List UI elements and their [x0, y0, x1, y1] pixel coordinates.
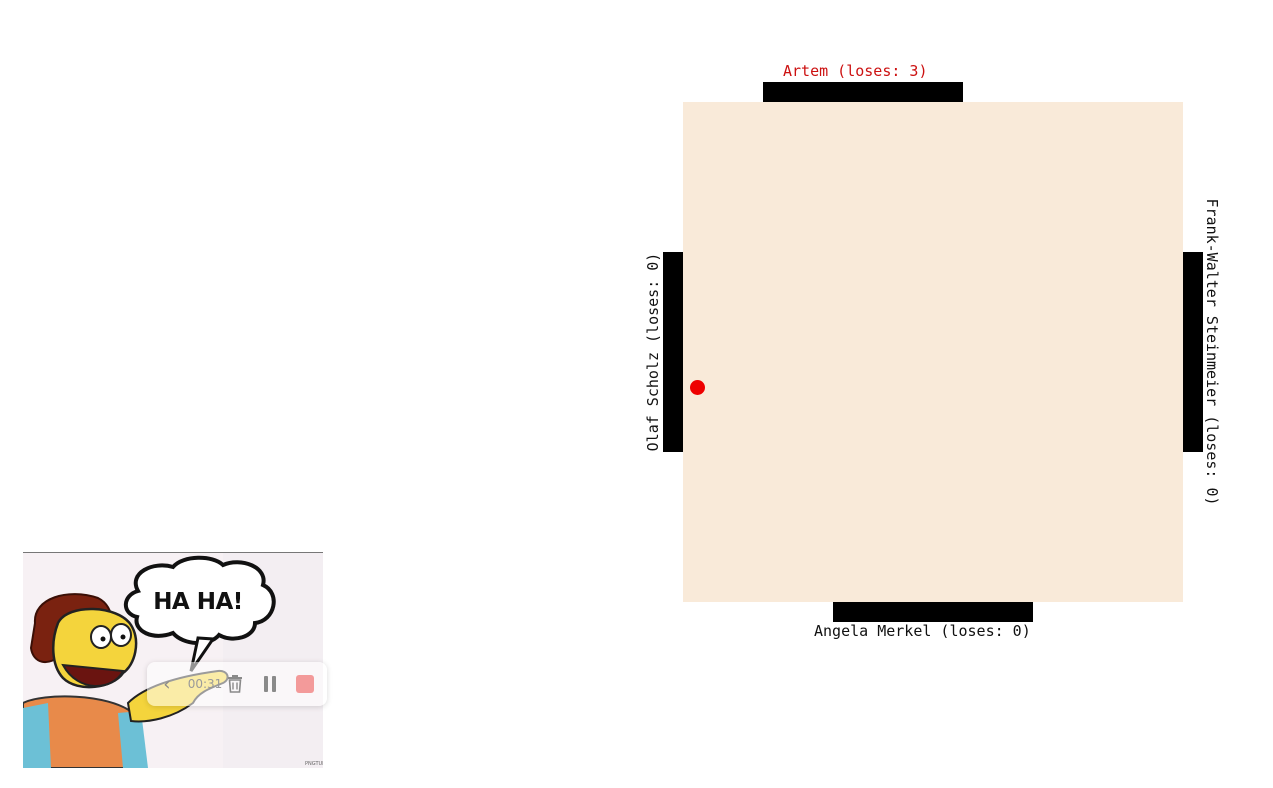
pause-icon[interactable] — [258, 662, 282, 706]
paddle-top — [763, 82, 963, 102]
recording-time: 00:31 — [187, 677, 223, 691]
ball — [690, 380, 705, 395]
laughing-cartoon-image: PNGTUBE — [23, 553, 323, 768]
meme-video[interactable]: PNGTUBE HA HA! — [23, 552, 323, 768]
player-top-label: Artem (loses: 3) — [783, 62, 928, 80]
svg-text:PNGTUBE: PNGTUBE — [305, 761, 323, 767]
paddle-bottom — [833, 602, 1033, 622]
paddle-left — [663, 252, 683, 452]
paddle-right — [1183, 252, 1203, 452]
player-bottom-label: Angela Merkel (loses: 0) — [814, 622, 1031, 640]
page: Artem (loses: 3) Olaf Scholz (loses: 0) … — [0, 0, 1273, 788]
recorder-toolbar: ‹ 00:31 — [147, 662, 327, 706]
chevron-left-icon[interactable]: ‹ — [155, 662, 179, 706]
stop-icon[interactable] — [293, 662, 317, 706]
speech-bubble-text: HA HA! — [153, 589, 243, 615]
player-left-label: Olaf Scholz (loses: 0) — [644, 252, 662, 452]
game-board[interactable] — [683, 102, 1183, 602]
player-right-label: Frank-Walter Steinmeier (loses: 0) — [1203, 198, 1221, 506]
trash-icon[interactable] — [223, 662, 247, 706]
